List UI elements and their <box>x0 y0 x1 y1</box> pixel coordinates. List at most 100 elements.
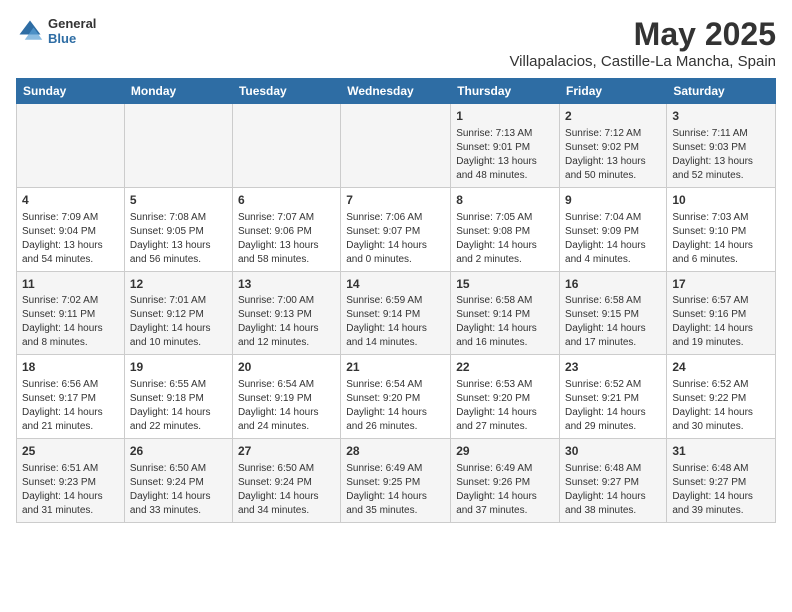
day-number: 11 <box>22 276 119 293</box>
header-saturday: Saturday <box>667 79 776 104</box>
cell-content: Sunrise: 6:48 AM Sunset: 9:27 PM Dayligh… <box>565 462 661 518</box>
cell-content: Sunrise: 6:59 AM Sunset: 9:14 PM Dayligh… <box>346 294 445 350</box>
cell-content: Sunrise: 7:02 AM Sunset: 9:11 PM Dayligh… <box>22 294 119 350</box>
calendar-cell: 23 Sunrise: 6:52 AM Sunset: 9:21 PM Dayli… <box>560 355 667 439</box>
calendar-cell: 3 Sunrise: 7:11 AM Sunset: 9:03 PM Daylig… <box>667 104 776 188</box>
calendar-cell: 13Sunrise: 7:00 AM Sunset: 9:13 PM Dayli… <box>232 271 340 355</box>
header-row: SundayMondayTuesdayWednesdayThursdayFrid… <box>17 79 776 104</box>
day-number: 20 <box>238 359 335 376</box>
cell-content: Sunrise: 6:55 AM Sunset: 9:18 PM Dayligh… <box>130 378 227 434</box>
day-number: 16 <box>565 276 661 293</box>
cell-content: Sunrise: 7:05 AM Sunset: 9:08 PM Dayligh… <box>456 211 554 267</box>
calendar-cell: 22Sunrise: 6:53 AM Sunset: 9:20 PM Dayli… <box>451 355 560 439</box>
calendar-cell <box>341 104 451 188</box>
logo-text: General Blue <box>48 16 96 46</box>
day-number: 30 <box>565 443 661 460</box>
calendar-cell: 28Sunrise: 6:49 AM Sunset: 9:25 PM Dayli… <box>341 439 451 523</box>
day-number: 2 <box>565 108 661 125</box>
cell-content: Sunrise: 7:12 AM Sunset: 9:02 PM Dayligh… <box>565 127 661 183</box>
calendar-cell <box>124 104 232 188</box>
page-subtitle: Villapalacios, Castille-La Mancha, Spain <box>509 53 776 70</box>
calendar-week-0: 1Sunrise: 7:13 AM Sunset: 9:01 PM Daylig… <box>17 104 776 188</box>
cell-content: Sunrise: 6:52 AM Sunset: 9:21 PM Dayligh… <box>565 378 661 434</box>
day-number: 9 <box>565 192 661 209</box>
day-number: 26 <box>130 443 227 460</box>
calendar-cell: 6 Sunrise: 7:07 AM Sunset: 9:06 PM Daylig… <box>232 187 340 271</box>
calendar-cell: 16Sunrise: 6:58 AM Sunset: 9:15 PM Dayli… <box>560 271 667 355</box>
header-thursday: Thursday <box>451 79 560 104</box>
calendar-cell: 4Sunrise: 7:09 AM Sunset: 9:04 PM Daylig… <box>17 187 125 271</box>
cell-content: Sunrise: 7:08 AM Sunset: 9:05 PM Dayligh… <box>130 211 227 267</box>
calendar-cell: 5 Sunrise: 7:08 AM Sunset: 9:05 PM Daylig… <box>124 187 232 271</box>
calendar-cell <box>17 104 125 188</box>
cell-content: Sunrise: 6:50 AM Sunset: 9:24 PM Dayligh… <box>238 462 335 518</box>
logo-blue: Blue <box>48 31 96 46</box>
day-number: 29 <box>456 443 554 460</box>
cell-content: Sunrise: 6:54 AM Sunset: 9:19 PM Dayligh… <box>238 378 335 434</box>
day-number: 13 <box>238 276 335 293</box>
cell-content: Sunrise: 7:11 AM Sunset: 9:03 PM Dayligh… <box>672 127 770 183</box>
calendar-cell: 14Sunrise: 6:59 AM Sunset: 9:14 PM Dayli… <box>341 271 451 355</box>
day-number: 3 <box>672 108 770 125</box>
calendar-cell: 21Sunrise: 6:54 AM Sunset: 9:20 PM Dayli… <box>341 355 451 439</box>
cell-content: Sunrise: 6:48 AM Sunset: 9:27 PM Dayligh… <box>672 462 770 518</box>
day-number: 19 <box>130 359 227 376</box>
calendar-cell: 12Sunrise: 7:01 AM Sunset: 9:12 PM Dayli… <box>124 271 232 355</box>
calendar-cell: 29 Sunrise: 6:49 AM Sunset: 9:26 PM Dayli… <box>451 439 560 523</box>
cell-content: Sunrise: 6:49 AM Sunset: 9:25 PM Dayligh… <box>346 462 445 518</box>
day-number: 1 <box>456 108 554 125</box>
calendar-cell: 1Sunrise: 7:13 AM Sunset: 9:01 PM Daylig… <box>451 104 560 188</box>
day-number: 25 <box>22 443 119 460</box>
header-sunday: Sunday <box>17 79 125 104</box>
day-number: 17 <box>672 276 770 293</box>
cell-content: Sunrise: 7:06 AM Sunset: 9:07 PM Dayligh… <box>346 211 445 267</box>
calendar-header: SundayMondayTuesdayWednesdayThursdayFrid… <box>17 79 776 104</box>
calendar-body: 1Sunrise: 7:13 AM Sunset: 9:01 PM Daylig… <box>17 104 776 523</box>
cell-content: Sunrise: 6:57 AM Sunset: 9:16 PM Dayligh… <box>672 294 770 350</box>
day-number: 12 <box>130 276 227 293</box>
calendar-cell <box>232 104 340 188</box>
day-number: 6 <box>238 192 335 209</box>
day-number: 10 <box>672 192 770 209</box>
header-tuesday: Tuesday <box>232 79 340 104</box>
cell-content: Sunrise: 6:51 AM Sunset: 9:23 PM Dayligh… <box>22 462 119 518</box>
cell-content: Sunrise: 6:49 AM Sunset: 9:26 PM Dayligh… <box>456 462 554 518</box>
cell-content: Sunrise: 7:07 AM Sunset: 9:06 PM Dayligh… <box>238 211 335 267</box>
cell-content: Sunrise: 6:50 AM Sunset: 9:24 PM Dayligh… <box>130 462 227 518</box>
calendar-cell: 2 Sunrise: 7:12 AM Sunset: 9:02 PM Daylig… <box>560 104 667 188</box>
page-header: General Blue May 2025 Villapalacios, Cas… <box>16 16 776 70</box>
calendar-cell: 31 Sunrise: 6:48 AM Sunset: 9:27 PM Dayli… <box>667 439 776 523</box>
calendar-cell: 8 Sunrise: 7:05 AM Sunset: 9:08 PM Daylig… <box>451 187 560 271</box>
cell-content: Sunrise: 7:00 AM Sunset: 9:13 PM Dayligh… <box>238 294 335 350</box>
calendar-week-3: 18Sunrise: 6:56 AM Sunset: 9:17 PM Dayli… <box>17 355 776 439</box>
logo: General Blue <box>16 16 96 46</box>
calendar-cell: 17Sunrise: 6:57 AM Sunset: 9:16 PM Dayli… <box>667 271 776 355</box>
calendar-cell: 25 Sunrise: 6:51 AM Sunset: 9:23 PM Dayli… <box>17 439 125 523</box>
calendar-week-2: 11Sunrise: 7:02 AM Sunset: 9:11 PM Dayli… <box>17 271 776 355</box>
header-friday: Friday <box>560 79 667 104</box>
calendar-cell: 11Sunrise: 7:02 AM Sunset: 9:11 PM Dayli… <box>17 271 125 355</box>
logo-icon <box>16 17 44 45</box>
day-number: 15 <box>456 276 554 293</box>
header-monday: Monday <box>124 79 232 104</box>
header-wednesday: Wednesday <box>341 79 451 104</box>
calendar-cell: 20 Sunrise: 6:54 AM Sunset: 9:19 PM Dayli… <box>232 355 340 439</box>
day-number: 8 <box>456 192 554 209</box>
calendar-cell: 26 Sunrise: 6:50 AM Sunset: 9:24 PM Dayli… <box>124 439 232 523</box>
logo-general: General <box>48 16 96 31</box>
cell-content: Sunrise: 7:04 AM Sunset: 9:09 PM Dayligh… <box>565 211 661 267</box>
calendar-cell: 27 Sunrise: 6:50 AM Sunset: 9:24 PM Dayli… <box>232 439 340 523</box>
cell-content: Sunrise: 6:54 AM Sunset: 9:20 PM Dayligh… <box>346 378 445 434</box>
day-number: 23 <box>565 359 661 376</box>
cell-content: Sunrise: 7:03 AM Sunset: 9:10 PM Dayligh… <box>672 211 770 267</box>
calendar-cell: 10 Sunrise: 7:03 AM Sunset: 9:10 PM Dayli… <box>667 187 776 271</box>
day-number: 14 <box>346 276 445 293</box>
cell-content: Sunrise: 6:58 AM Sunset: 9:14 PM Dayligh… <box>456 294 554 350</box>
title-block: May 2025 Villapalacios, Castille-La Manc… <box>509 16 776 70</box>
calendar-cell: 30 Sunrise: 6:48 AM Sunset: 9:27 PM Dayli… <box>560 439 667 523</box>
calendar-cell: 24Sunrise: 6:52 AM Sunset: 9:22 PM Dayli… <box>667 355 776 439</box>
day-number: 5 <box>130 192 227 209</box>
day-number: 27 <box>238 443 335 460</box>
cell-content: Sunrise: 6:53 AM Sunset: 9:20 PM Dayligh… <box>456 378 554 434</box>
day-number: 31 <box>672 443 770 460</box>
